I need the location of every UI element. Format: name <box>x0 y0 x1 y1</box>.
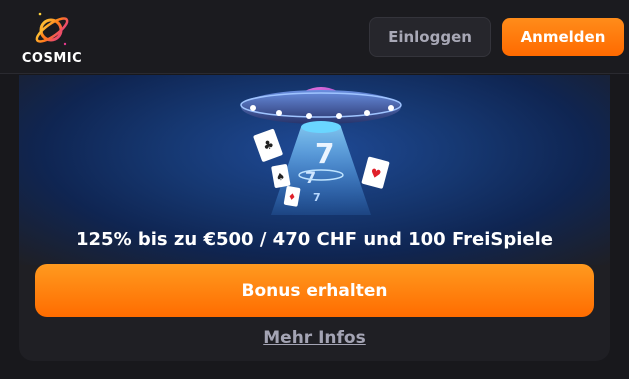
brand-name: COSMIC <box>21 51 83 66</box>
svg-text:7: 7 <box>313 191 321 204</box>
promo-banner: 7 7 7 ♣ ♥ ♠ ♦ 125% bis zu €500 / 470 CHF… <box>19 75 610 265</box>
svg-text:7: 7 <box>315 137 334 170</box>
promo-card: 7 7 7 ♣ ♥ ♠ ♦ 125% bis zu €500 / 470 CHF… <box>19 75 610 361</box>
login-button[interactable]: Einloggen <box>369 17 491 57</box>
offer-text: 125% bis zu €500 / 470 CHF und 100 FreiS… <box>76 229 553 250</box>
planet-logo-icon <box>35 12 69 46</box>
brand-logo[interactable]: COSMIC <box>18 8 86 68</box>
top-bar: COSMIC Einloggen Anmelden <box>0 0 629 74</box>
svg-text:♠: ♠ <box>275 171 286 183</box>
claim-bonus-button[interactable]: Bonus erhalten <box>35 264 594 317</box>
more-info-link[interactable]: Mehr Infos <box>19 328 610 348</box>
ufo-illustration-icon: 7 7 7 ♣ ♥ ♠ ♦ <box>240 87 402 215</box>
register-button[interactable]: Anmelden <box>502 18 624 56</box>
svg-text:♦: ♦ <box>287 192 297 203</box>
